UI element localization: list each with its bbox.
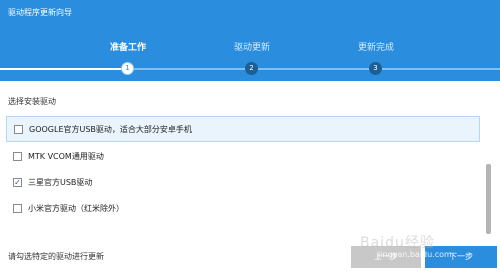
step-2-indicator: 2 [245,62,258,75]
checkbox-checked[interactable]: ✓ [13,177,22,187]
driver-label: MTK VCOM通用驱动 [28,151,104,161]
step-2-label: 驱动更新 [233,43,270,53]
checkbox[interactable] [13,151,22,161]
section-label: 选择安装驱动 [8,97,56,106]
driver-label: 小米官方驱动（红米除外） [28,203,124,213]
checkbox[interactable] [14,124,23,134]
driver-option-xiaomi[interactable]: 小米官方驱动（红米除外） [6,195,480,221]
step-3-indicator: 3 [369,62,382,75]
step-1-label: 准备工作 [109,43,146,53]
driver-label: 三星官方USB驱动 [28,177,93,187]
next-button[interactable]: 下一步 [425,246,497,268]
steps-progress [0,68,128,70]
wizard-header: 驱动程序更新向导 准备工作 驱动更新 更新完成 1 2 3 [0,0,500,81]
driver-option-mtk[interactable]: MTK VCOM通用驱动 [6,143,480,169]
scrollbar-thumb[interactable] [486,164,491,234]
driver-option-samsung[interactable]: ✓ 三星官方USB驱动 [6,169,480,195]
previous-button[interactable]: 上一步 [351,246,421,268]
footer-hint: 请勾选特定的驱动进行更新 [8,252,104,261]
checkbox[interactable] [13,203,22,213]
step-3-label: 更新完成 [357,43,394,53]
driver-label: GOOGLE官方USB驱动，适合大部分安卓手机 [29,124,192,134]
window-title: 驱动程序更新向导 [8,8,72,17]
driver-option-google[interactable]: GOOGLE官方USB驱动，适合大部分安卓手机 [6,116,480,142]
step-1-indicator: 1 [121,62,134,75]
